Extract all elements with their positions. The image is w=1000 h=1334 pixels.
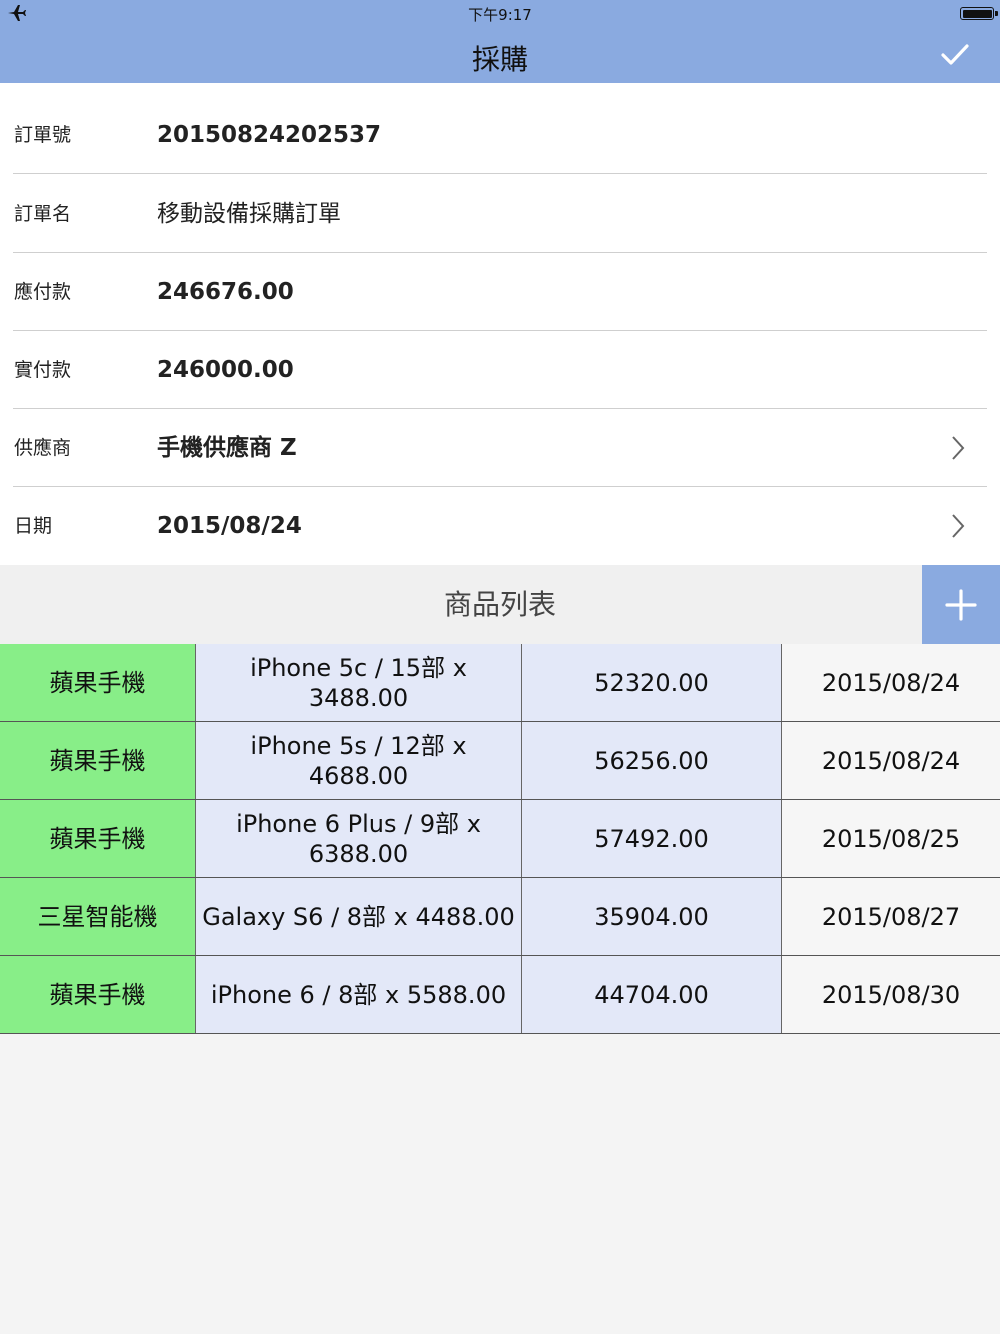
order-no-label: 訂單號 (14, 124, 72, 146)
date-value: 2015/08/24 (157, 513, 302, 539)
amount-cell: 35904.00 (522, 878, 782, 955)
date-cell: 2015/08/24 (782, 722, 1000, 799)
order-name-row[interactable]: 訂單名 移動設備採購訂單 (0, 175, 1000, 253)
detail-cell: Galaxy S6 / 8部 x 4488.00 (196, 878, 522, 955)
supplier-label: 供應商 (14, 437, 72, 459)
order-name-label: 訂單名 (14, 203, 72, 225)
order-form: 訂單號 20150824202537 訂單名 移動設備採購訂單 應付款 2466… (0, 83, 1000, 565)
date-cell: 2015/08/24 (782, 644, 1000, 721)
category-cell: 蘋果手機 (0, 644, 196, 721)
detail-cell: iPhone 6 Plus / 9部 x 6388.00 (196, 800, 522, 877)
divider (13, 173, 987, 174)
table-row[interactable]: 蘋果手機 iPhone 6 Plus / 9部 x 6388.00 57492.… (0, 800, 1000, 878)
date-cell: 2015/08/27 (782, 878, 1000, 955)
battery-icon (960, 7, 998, 20)
supplier-row[interactable]: 供應商 手機供應商 Z (0, 409, 1000, 487)
date-label: 日期 (14, 515, 53, 537)
date-cell: 2015/08/25 (782, 800, 1000, 877)
paid-label: 實付款 (14, 359, 72, 381)
product-list-title: 商品列表 (443, 588, 556, 621)
date-row[interactable]: 日期 2015/08/24 (0, 487, 1000, 565)
order-no-value: 20150824202537 (157, 122, 382, 148)
category-cell: 蘋果手機 (0, 800, 196, 877)
category-cell: 蘋果手機 (0, 956, 196, 1033)
amount-cell: 57492.00 (522, 800, 782, 877)
detail-cell: iPhone 6 / 8部 x 5588.00 (196, 956, 522, 1033)
date-cell: 2015/08/30 (782, 956, 1000, 1033)
table-row[interactable]: 蘋果手機 iPhone 5c / 15部 x 3488.00 52320.00 … (0, 644, 1000, 722)
paid-row[interactable]: 實付款 246000.00 (0, 331, 1000, 409)
product-list-header: 商品列表 (0, 565, 1000, 644)
category-cell: 蘋果手機 (0, 722, 196, 799)
order-name-value: 移動設備採購訂單 (157, 201, 341, 227)
table-row[interactable]: 蘋果手機 iPhone 5s / 12部 x 4688.00 56256.00 … (0, 722, 1000, 800)
detail-cell: iPhone 5c / 15部 x 3488.00 (196, 644, 522, 721)
amount-cell: 52320.00 (522, 644, 782, 721)
table-row[interactable]: 蘋果手機 iPhone 6 / 8部 x 5588.00 44704.00 20… (0, 956, 1000, 1034)
category-cell: 三星智能機 (0, 878, 196, 955)
status-time: 下午9:17 (468, 6, 532, 24)
detail-cell: iPhone 5s / 12部 x 4688.00 (196, 722, 522, 799)
payable-row[interactable]: 應付款 246676.00 (0, 253, 1000, 331)
supplier-value: 手機供應商 Z (157, 435, 297, 461)
chevron-right-icon (952, 514, 965, 538)
amount-cell: 56256.00 (522, 722, 782, 799)
amount-cell: 44704.00 (522, 956, 782, 1033)
table-row[interactable]: 三星智能機 Galaxy S6 / 8部 x 4488.00 35904.00 … (0, 878, 1000, 956)
payable-label: 應付款 (14, 281, 72, 303)
paid-value: 246000.00 (157, 357, 294, 383)
order-no-row[interactable]: 訂單號 20150824202537 (0, 96, 1000, 174)
page-title: 採購 (471, 43, 528, 76)
payable-value: 246676.00 (157, 279, 294, 305)
nav-bar: 下午9:17 採購 (0, 0, 1000, 83)
add-product-button[interactable] (922, 565, 1000, 644)
plus-icon (945, 589, 977, 621)
checkmark-icon[interactable] (938, 38, 972, 72)
chevron-right-icon (952, 436, 965, 460)
